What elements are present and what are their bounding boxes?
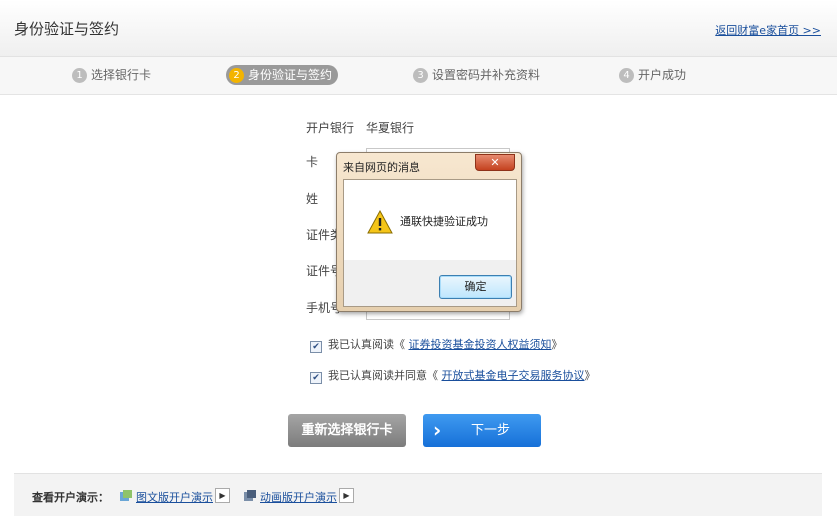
page-title: 身份验证与签约 [14,20,120,38]
back-home-link[interactable]: 返回财富e家首页 >> [715,22,821,38]
step-bar: 1 选择银行卡 2 身份验证与签约 3 设置密码并补充资料 4 开户成功 [0,57,837,95]
dialog-title: 来自网页的消息 [343,161,420,174]
picture-doc-icon [120,490,132,501]
close-icon[interactable]: ✕ [475,154,515,171]
agreement-1-link[interactable]: 证券投资基金投资人权益须知 [409,338,552,351]
dialog-body: 通联快捷验证成功 确定 [343,179,517,307]
agreement-2-link[interactable]: 开放式基金电子交易服务协议 [442,369,585,382]
agreement-2: ✔ 我已认真阅读并同意《 开放式基金电子交易服务协议》 [310,367,596,384]
card-label: 卡 [306,155,319,169]
step-label: 开户成功 [638,68,687,82]
step-label: 设置密码并补充资料 [432,68,541,82]
dialog-message: 通联快捷验证成功 [400,215,488,228]
warning-icon [367,210,393,234]
step-number: 3 [413,68,428,83]
step-number: 1 [72,68,87,83]
step-number: 2 [229,68,244,83]
next-step-button[interactable]: › 下一步 [423,414,541,447]
agreement-2-suffix: 》 [584,369,596,382]
name-label: 姓 [306,192,319,206]
step-1: 1 选择银行卡 [72,65,151,85]
bank-row: 开户银行 华夏银行 [306,119,414,136]
agreement-1-suffix: 》 [551,338,563,351]
agreement-1-prefix: 我已认真阅读《 [328,338,405,351]
dialog-button-area: 确定 [344,260,516,306]
step-4: 4 开户成功 [619,65,686,85]
demo-footer: 查看开户演示： 图文版开户演示 ▶ 动画版开户演示 ▶ [14,473,822,516]
play-icon[interactable]: ▶ [339,488,354,503]
step-3: 3 设置密码并补充资料 [413,65,540,85]
reselect-bank-card-button[interactable]: 重新选择银行卡 [288,414,406,447]
dialog-message-area: 通联快捷验证成功 [344,180,516,260]
agreement-2-checkbox[interactable]: ✔ [310,372,322,384]
agreement-1-checkbox[interactable]: ✔ [310,341,322,353]
ok-button[interactable]: 确定 [439,275,512,299]
step-number: 4 [619,68,634,83]
alert-dialog: 来自网页的消息 ✕ 通联快捷验证成功 确定 [336,152,522,312]
step-label: 身份验证与签约 [248,68,333,82]
bank-label: 开户银行 [306,121,355,135]
page-header: 身份验证与签约 返回财富e家首页 >> [0,0,837,57]
step-2-active: 2 身份验证与签约 [226,65,339,85]
chevron-right-icon: › [433,418,442,442]
demo-label: 查看开户演示： [32,491,109,504]
agreement-2-prefix: 我已认真阅读并同意《 [328,369,438,382]
bank-value: 华夏银行 [366,121,415,135]
agreement-1: ✔ 我已认真阅读《 证券投资基金投资人权益须知》 [310,336,563,353]
animation-demo-link[interactable]: 动画版开户演示 [260,489,337,505]
text-demo-link[interactable]: 图文版开户演示 [136,489,213,505]
animation-icon [244,490,256,501]
step-label: 选择银行卡 [91,68,152,82]
play-icon[interactable]: ▶ [215,488,230,503]
next-step-label: 下一步 [471,423,511,438]
